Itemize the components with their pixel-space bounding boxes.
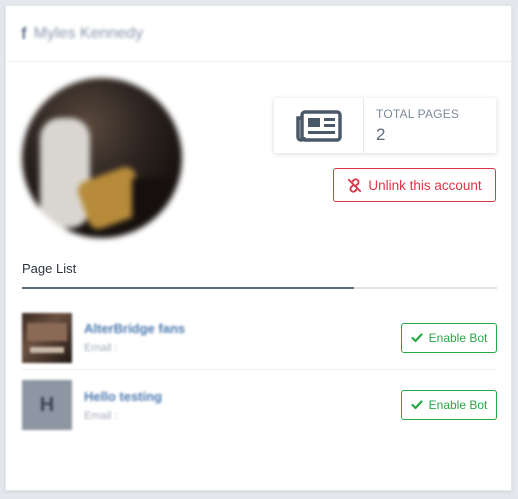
page-email: Email :: [84, 409, 118, 422]
tab-underline: [22, 287, 497, 289]
enable-bot-label: Enable Bot: [428, 330, 488, 345]
avatar: [22, 78, 182, 238]
list-item: H Hello testing Email : Enable Bot: [22, 376, 497, 434]
stat-icon-wrap: [274, 98, 364, 153]
page-thumbnail: H: [22, 380, 72, 430]
enable-bot-button[interactable]: Enable Bot: [401, 322, 497, 353]
unlink-account-button[interactable]: Unlink this account: [333, 168, 496, 202]
check-icon: [411, 400, 423, 410]
profile-card: f Myles Kennedy TOTAL PAGES 2 Unlink thi…: [5, 5, 512, 491]
stat-label: TOTAL PAGES: [376, 107, 460, 121]
profile-name: Myles Kennedy: [33, 24, 144, 42]
tab-page-list[interactable]: Page List: [22, 261, 76, 276]
facebook-icon: f: [21, 23, 27, 43]
total-pages-stat: TOTAL PAGES 2: [274, 98, 496, 153]
unlink-label: Unlink this account: [368, 177, 482, 193]
enable-bot-label: Enable Bot: [428, 398, 488, 412]
check-icon: [411, 332, 423, 342]
card-header: f Myles Kennedy: [6, 6, 511, 62]
page-email: Email :: [84, 342, 118, 354]
stat-value: 2: [376, 125, 386, 144]
page-thumbnail: [22, 312, 72, 363]
page-name-link[interactable]: AlterBridge fans: [84, 321, 401, 336]
page-name-link[interactable]: Hello testing: [84, 389, 401, 404]
unlink-icon: [348, 177, 362, 193]
list-item: AlterBridge fans Email : Enable Bot: [22, 306, 497, 370]
newspaper-icon: [295, 109, 342, 142]
enable-bot-button[interactable]: Enable Bot: [401, 390, 497, 420]
